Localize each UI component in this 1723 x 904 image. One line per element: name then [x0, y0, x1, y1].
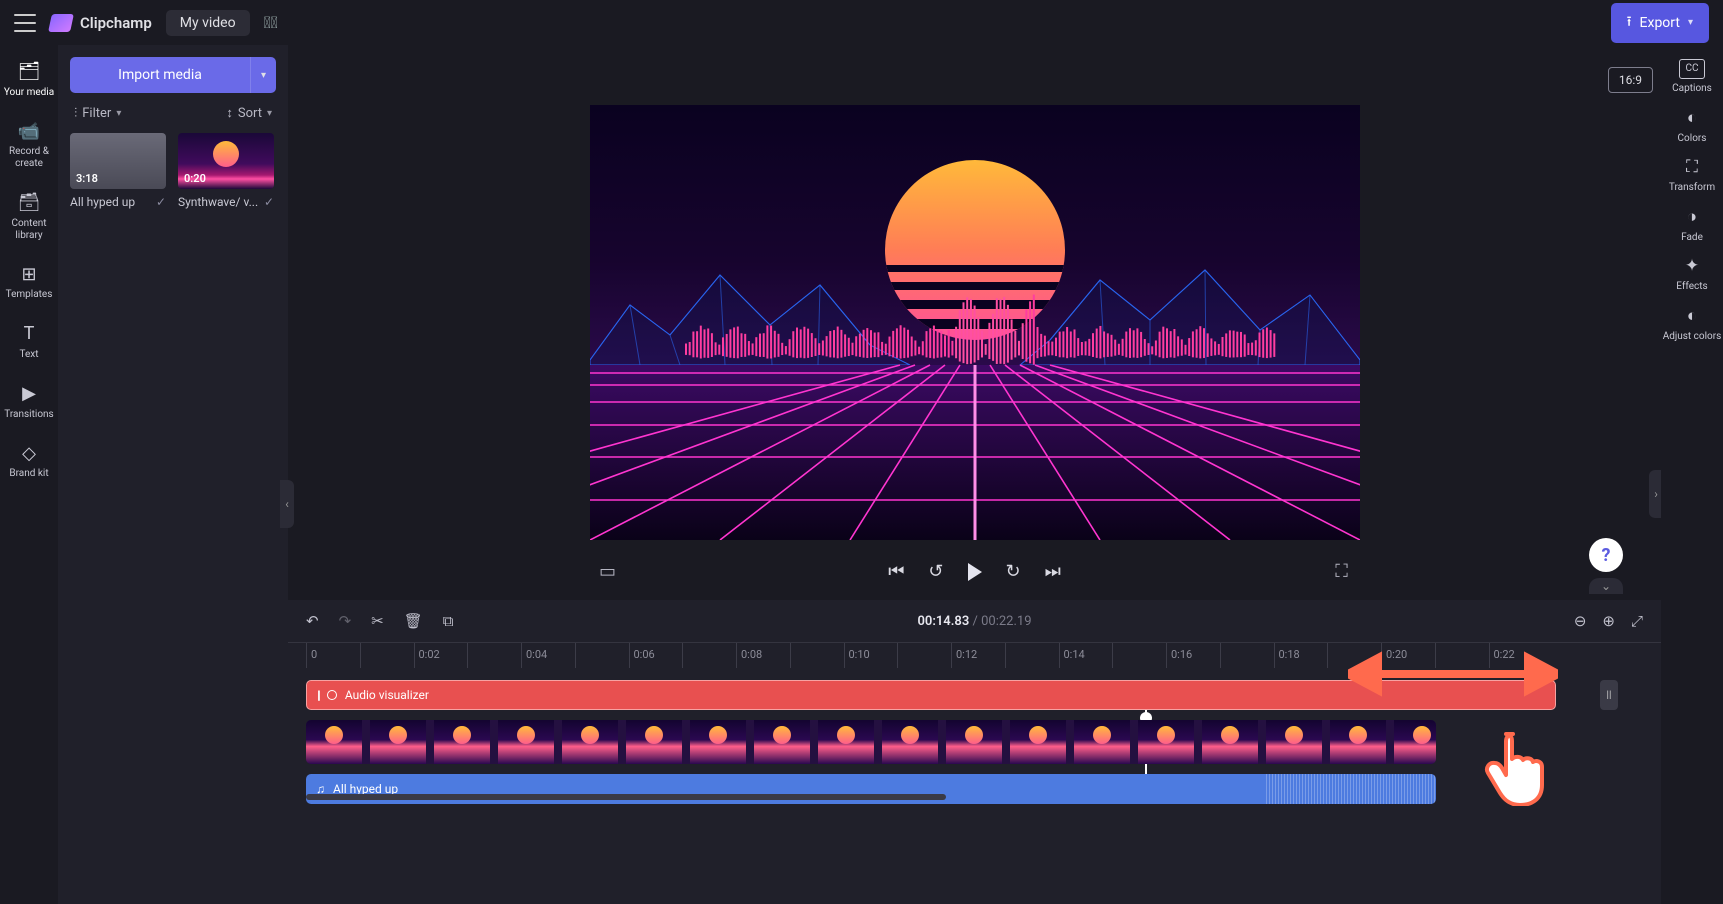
rail-text[interactable]: TText — [0, 317, 58, 367]
export-label: Export — [1640, 15, 1680, 31]
upload-icon: ⭱ — [1627, 11, 1632, 35]
timeline-time: 00:14.83 / 00:22.19 — [917, 614, 1031, 629]
sort-button[interactable]: ↕Sort▾ — [226, 105, 272, 121]
redo-icon[interactable]: ↷ — [339, 612, 352, 630]
record-dot-icon — [327, 690, 337, 700]
timeline-ruler[interactable] — [288, 642, 1661, 668]
delete-icon[interactable]: 🗑 — [404, 612, 423, 630]
clipchamp-logo-icon — [48, 14, 74, 32]
playback-controls: ▭ ⏮ ↺ ↻ ⏭ ⛶ — [590, 561, 1360, 582]
fade-icon: ◑ — [1679, 208, 1705, 228]
check-icon: ✓ — [156, 195, 166, 209]
timeline-tracks: || Audio visualizer || ♫ All hyped up — [306, 680, 1596, 804]
media-item-video[interactable]: 0:20 Synthwave/ v...✓ — [178, 133, 274, 209]
rr-captions[interactable]: CCCaptions — [1672, 59, 1712, 95]
audio-thumbnail-icon: 3:18 — [70, 133, 166, 189]
aspect-ratio-button[interactable]: 16:9 — [1608, 67, 1653, 93]
clip-resize-handle[interactable]: || — [1600, 680, 1618, 710]
media-item-audio[interactable]: 3:18 All hyped up✓ — [70, 133, 166, 209]
library-icon: 🗃 — [18, 192, 41, 214]
export-button[interactable]: ⭱ Export ▾ — [1611, 3, 1709, 43]
text-icon: T — [24, 323, 35, 345]
rr-colors[interactable]: ◐Colors — [1678, 109, 1707, 145]
import-media-button[interactable]: Import media — [70, 57, 250, 93]
colors-icon: ◐ — [1679, 109, 1705, 129]
top-bar: Clipchamp My video 👁̸ ⭱ Export ▾ — [0, 0, 1723, 45]
timeline-toolbar: ↶ ↷ ✂ 🗑 ⧉ 00:14.83 / 00:22.19 ⊖ ⊕ ⤢ — [288, 600, 1661, 642]
play-button[interactable] — [968, 563, 982, 581]
fullscreen-icon[interactable]: ⛶ — [1324, 561, 1360, 582]
rail-templates[interactable]: ⊞Templates — [0, 258, 58, 308]
video-preview[interactable] — [590, 105, 1360, 540]
chevron-down-icon: ▾ — [267, 108, 272, 119]
adjust-colors-icon: ◐ — [1679, 307, 1705, 327]
undo-icon[interactable]: ↶ — [306, 612, 319, 630]
fit-icon[interactable]: ⤢ — [1631, 612, 1643, 630]
transitions-icon: ▶ — [22, 383, 36, 405]
import-dropdown-button[interactable]: ▾ — [250, 57, 276, 93]
rail-transitions[interactable]: ▶Transitions — [0, 377, 58, 427]
chevron-down-icon: ▾ — [116, 108, 121, 119]
video-thumbnail-icon: 0:20 — [178, 133, 274, 189]
left-rail: 🗂Your media 📹Record & create 🗃Content li… — [0, 45, 58, 904]
cut-icon[interactable]: ✂ — [371, 612, 384, 630]
filter-button[interactable]: ⫶Filter▾ — [74, 105, 121, 121]
media-panel: Import media ▾ ⫶Filter▾ ↕Sort▾ 3:18 All … — [58, 45, 288, 904]
help-button[interactable]: ? — [1589, 538, 1623, 572]
media-thumbnails: 3:18 All hyped up✓ 0:20 Synthwave/ v...✓ — [70, 133, 276, 209]
sort-icon: ↕ — [226, 105, 233, 121]
track-visualizer: || Audio visualizer || — [306, 680, 1596, 710]
clip-audio-visualizer[interactable]: || Audio visualizer — [306, 680, 1556, 710]
synthwave-preview-image — [590, 105, 1360, 540]
templates-icon: ⊞ — [21, 264, 36, 286]
zoom-out-icon[interactable]: ⊖ — [1574, 612, 1587, 630]
timeline: ↶ ↷ ✂ 🗑 ⧉ 00:14.83 / 00:22.19 ⊖ ⊕ ⤢ || A… — [288, 600, 1661, 904]
brand-label: Clipchamp — [80, 14, 152, 32]
rail-record-create[interactable]: 📹Record & create — [0, 115, 58, 177]
menu-icon[interactable] — [14, 14, 36, 32]
rr-transform[interactable]: ⛶Transform — [1669, 158, 1715, 194]
media-icon: 🗂 — [18, 61, 41, 83]
duplicate-icon[interactable]: ⧉ — [443, 612, 454, 630]
horizontal-scrollbar[interactable] — [306, 794, 946, 800]
filter-icon: ⫶ — [74, 106, 77, 121]
preview-stage: 16:9 — [288, 45, 1661, 600]
rewind-icon[interactable]: ↺ — [928, 561, 943, 582]
rr-fade[interactable]: ◑Fade — [1679, 208, 1705, 244]
chevron-down-icon: ▾ — [1688, 17, 1693, 28]
rr-adjust-colors[interactable]: ◐Adjust colors — [1663, 307, 1722, 343]
skip-start-icon[interactable]: ⏮ — [888, 561, 904, 582]
rail-brand-kit[interactable]: ◇Brand kit — [0, 437, 58, 487]
right-rail: CCCaptions ◐Colors ⛶Transform ◑Fade ✦Eff… — [1661, 45, 1723, 904]
effects-icon: ✦ — [1679, 257, 1705, 277]
brand: Clipchamp — [50, 14, 152, 32]
clip-synthwave-video[interactable] — [306, 720, 1436, 764]
help-expand-button[interactable]: ⌄ — [1589, 578, 1623, 594]
rail-content-library[interactable]: 🗃Content library — [0, 186, 58, 248]
forward-icon[interactable]: ↻ — [1006, 561, 1021, 582]
brand-kit-icon: ◇ — [22, 443, 36, 465]
crop-icon[interactable]: ▭ — [590, 561, 626, 582]
track-video — [306, 720, 1596, 764]
check-icon: ✓ — [264, 195, 274, 209]
clip-label: Audio visualizer — [345, 688, 429, 702]
project-name-input[interactable]: My video — [166, 10, 250, 36]
transform-icon: ⛶ — [1679, 158, 1705, 178]
rr-effects[interactable]: ✦Effects — [1676, 257, 1707, 293]
captions-icon: CC — [1679, 59, 1705, 79]
skip-end-icon[interactable]: ⏭ — [1045, 561, 1061, 582]
zoom-in-icon[interactable]: ⊕ — [1602, 612, 1615, 630]
preview-off-icon[interactable]: 👁̸ — [264, 13, 278, 32]
record-icon: 📹 — [18, 121, 40, 143]
rail-your-media[interactable]: 🗂Your media — [0, 55, 58, 105]
grip-icon: || — [317, 688, 319, 702]
